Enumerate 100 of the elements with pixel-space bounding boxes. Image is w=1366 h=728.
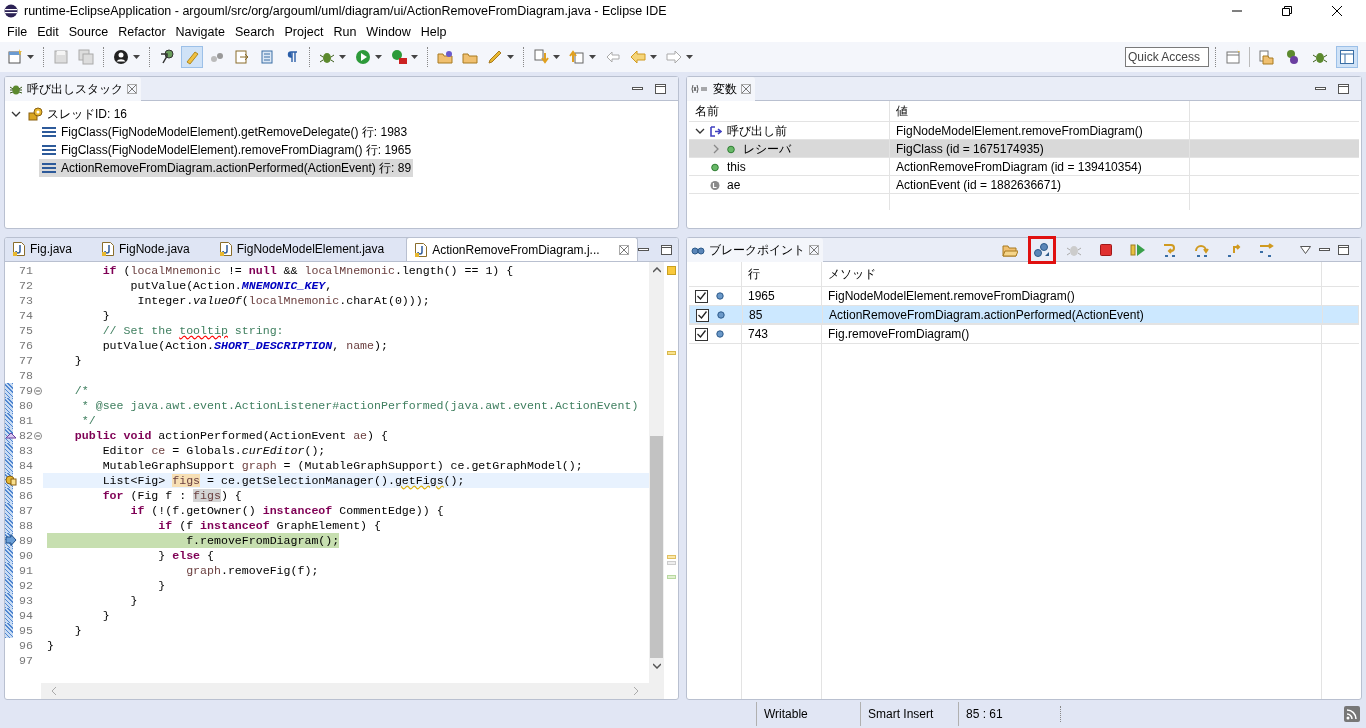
line-number: 89 bbox=[18, 533, 34, 548]
code-line: } bbox=[73, 623, 82, 638]
menu-item[interactable]: Refactor bbox=[113, 22, 171, 42]
run-external-icon[interactable] bbox=[391, 49, 407, 65]
dropdown-caret-icon[interactable] bbox=[553, 55, 560, 59]
maximize-icon[interactable] bbox=[660, 244, 672, 255]
breakpoint-dot-icon bbox=[717, 311, 725, 319]
view-menu-icon[interactable] bbox=[1300, 245, 1311, 254]
code-line: } else { bbox=[157, 548, 214, 563]
code-line: putValue(Action.SHORT_DESCRIPTION, name); bbox=[101, 338, 388, 353]
checkbox[interactable] bbox=[695, 289, 708, 303]
resource-perspective-icon[interactable] bbox=[1258, 49, 1274, 65]
dropdown-caret-icon[interactable] bbox=[375, 55, 382, 59]
vertical-scrollbar[interactable] bbox=[649, 262, 664, 699]
brush-icon[interactable] bbox=[487, 49, 503, 65]
expand-chevron-icon[interactable] bbox=[711, 144, 721, 154]
menu-item[interactable]: Project bbox=[279, 22, 329, 42]
table-row[interactable]: this ActionRemoveFromDiagram (id = 139410354) bbox=[689, 157, 1359, 175]
column-header[interactable]: 名前 bbox=[695, 102, 719, 120]
occurrence-marker[interactable] bbox=[666, 555, 676, 559]
maximize-icon[interactable] bbox=[655, 83, 666, 94]
dropdown-caret-icon[interactable] bbox=[650, 55, 657, 59]
dropdown-caret-icon[interactable] bbox=[27, 55, 34, 59]
menu-item[interactable]: Help bbox=[415, 22, 452, 42]
warning-marker[interactable] bbox=[666, 266, 676, 275]
execution-marker[interactable] bbox=[666, 575, 676, 579]
editor-tab[interactable]: Fig.java bbox=[5, 238, 81, 261]
stop-icon[interactable] bbox=[1098, 241, 1114, 258]
line-number: 85 bbox=[18, 473, 34, 488]
editor-tab[interactable]: FigNodeModelElement.java bbox=[211, 238, 393, 261]
column-header[interactable]: メソッド bbox=[828, 265, 876, 283]
java-perspective-icon[interactable] bbox=[1285, 49, 1301, 65]
stack-frame-item[interactable]: ActionRemoveFromDiagram.actionPerformed(ActionEvent) 行: 89 bbox=[39, 159, 414, 177]
linked-breakpoints-icon[interactable] bbox=[1034, 241, 1050, 258]
editor-tab[interactable]: ActionRemoveFromDiagram.j... bbox=[406, 238, 638, 261]
collapse-chevron-icon[interactable] bbox=[695, 126, 705, 136]
line-number: 96 bbox=[18, 638, 34, 653]
view-tab[interactable]: 呼び出しスタック bbox=[5, 76, 141, 101]
scroll-down-icon[interactable] bbox=[652, 663, 661, 669]
run-icon[interactable] bbox=[355, 49, 371, 65]
menu-item[interactable]: Search bbox=[229, 22, 280, 42]
menu-item[interactable]: File bbox=[2, 22, 33, 42]
view-tab[interactable]: 変数 bbox=[687, 76, 755, 101]
view-tab[interactable]: ブレークポイント bbox=[687, 237, 823, 262]
checkbox[interactable] bbox=[696, 308, 709, 322]
scrollbar-thumb[interactable] bbox=[650, 436, 663, 658]
breakpoint-row[interactable]: 85 ActionRemoveFromDiagram.actionPerformed(ActionEvent) bbox=[689, 305, 1359, 324]
table-row[interactable]: ae ActionEvent (id = 1882636671) bbox=[689, 175, 1359, 193]
dropdown-caret-icon[interactable] bbox=[133, 55, 140, 59]
close-icon[interactable] bbox=[1332, 6, 1342, 16]
dropdown-caret-icon[interactable] bbox=[686, 55, 693, 59]
step-into-icon[interactable] bbox=[1162, 241, 1178, 258]
pin-icon[interactable] bbox=[159, 49, 175, 65]
status-text: 85 : 61 bbox=[966, 706, 1003, 723]
step-return-icon[interactable] bbox=[1226, 241, 1242, 258]
breakpoint-warning-icon[interactable] bbox=[5, 474, 17, 486]
java-file-icon bbox=[13, 242, 25, 256]
checkbox[interactable] bbox=[695, 327, 708, 341]
dropdown-caret-icon[interactable] bbox=[411, 55, 418, 59]
column-header[interactable]: 値 bbox=[896, 102, 908, 120]
layout-perspective-icon[interactable] bbox=[1339, 49, 1355, 65]
occurrence-marker[interactable] bbox=[666, 561, 676, 565]
instruction-pointer-icon[interactable] bbox=[5, 534, 17, 546]
line-number: 77 bbox=[18, 353, 34, 368]
dropdown-caret-icon[interactable] bbox=[507, 55, 514, 59]
document-icon[interactable] bbox=[234, 49, 250, 65]
column-header[interactable]: 行 bbox=[748, 265, 760, 283]
open-perspective-icon[interactable] bbox=[1225, 49, 1241, 65]
status-text: Smart Insert bbox=[868, 706, 934, 723]
line-number: 97 bbox=[18, 653, 34, 668]
code-line: */ bbox=[80, 413, 96, 428]
maximize-icon[interactable] bbox=[1338, 244, 1349, 255]
menu-item[interactable]: Window bbox=[361, 22, 416, 42]
fold-collapse-icon[interactable] bbox=[34, 386, 42, 395]
restore-icon[interactable] bbox=[1282, 6, 1292, 16]
breakpoint-row[interactable]: 743 Fig.removeFromDiagram() bbox=[689, 324, 1359, 343]
resume-icon[interactable] bbox=[1130, 241, 1146, 258]
table-row[interactable]: レシーバ FigClass (id = 1675174935) bbox=[689, 139, 1359, 157]
dropdown-caret-icon[interactable] bbox=[339, 55, 346, 59]
collapse-chevron-icon[interactable] bbox=[11, 109, 21, 119]
menu-item[interactable]: Source bbox=[63, 22, 114, 42]
folder-icon[interactable] bbox=[437, 49, 453, 65]
menu-item[interactable]: Run bbox=[328, 22, 362, 42]
dropdown-caret-icon[interactable] bbox=[589, 55, 596, 59]
code-line: if (localMnemonic != null && localMnemonic.length() == 1) { bbox=[101, 263, 514, 278]
menu-item[interactable]: Edit bbox=[32, 22, 64, 42]
maximize-icon[interactable] bbox=[1338, 83, 1349, 94]
rss-feed-icon[interactable] bbox=[1344, 706, 1360, 722]
warning-marker[interactable] bbox=[666, 351, 676, 355]
stack-frame-item[interactable]: FigClass(FigNodeModelElement).removeFromDiagram() 行: 1965 bbox=[39, 141, 414, 159]
fold-collapse-icon[interactable] bbox=[34, 431, 42, 440]
code-line: if (f instanceof GraphElement) { bbox=[157, 518, 381, 533]
quick-access-field[interactable]: Quick Access bbox=[1125, 47, 1209, 67]
scroll-up-icon[interactable] bbox=[652, 267, 661, 273]
editor-tab[interactable]: FigNode.java bbox=[94, 238, 198, 261]
step-filter-icon[interactable] bbox=[1258, 241, 1274, 258]
stack-frame-item[interactable]: FigClass(FigNodeModelElement).getRemoveDelegate() 行: 1983 bbox=[39, 123, 410, 141]
menu-item[interactable]: Navigate bbox=[170, 22, 230, 42]
thread-item[interactable]: スレッドID: 16 bbox=[26, 105, 128, 123]
user-icon[interactable] bbox=[113, 49, 129, 65]
